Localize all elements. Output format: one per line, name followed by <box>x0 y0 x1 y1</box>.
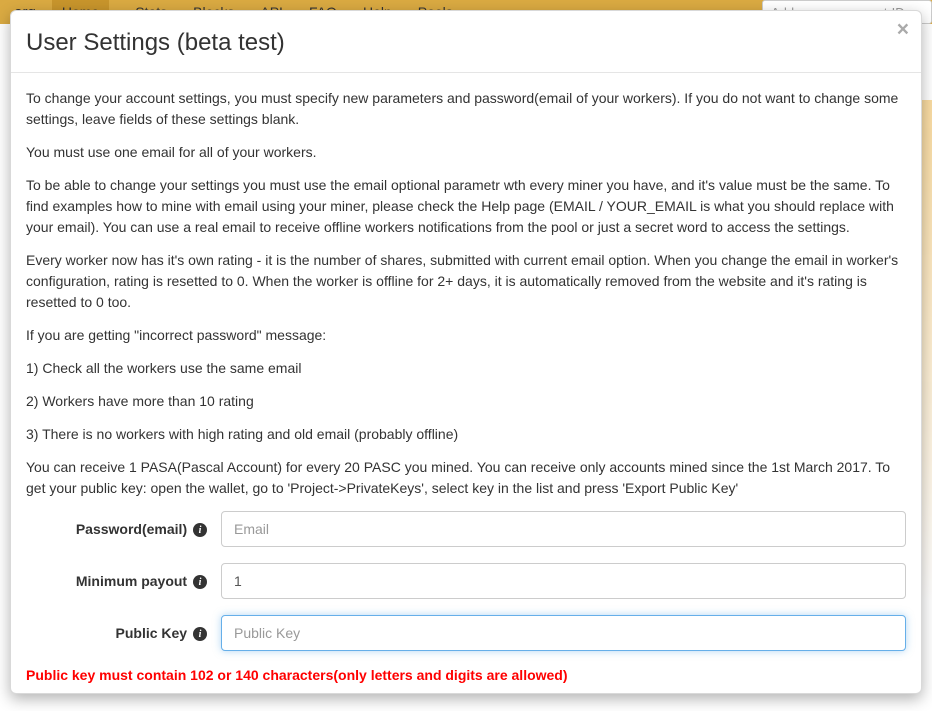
info-icon[interactable]: i <box>193 575 207 589</box>
pubkey-label: Public Key i <box>26 625 221 641</box>
payout-label: Minimum payout i <box>26 573 221 589</box>
intro-text: If you are getting "incorrect password" … <box>26 325 906 346</box>
user-settings-modal: User Settings (beta test) × To change yo… <box>10 10 922 694</box>
modal-title: User Settings (beta test) <box>26 29 906 57</box>
intro-text: 3) There is no workers with high rating … <box>26 424 906 445</box>
intro-text: 1) Check all the workers use the same em… <box>26 358 906 379</box>
intro-text: You can receive 1 PASA(Pascal Account) f… <box>26 457 906 499</box>
pubkey-row: Public Key i <box>26 615 906 651</box>
close-icon[interactable]: × <box>897 19 909 40</box>
intro-text: To change your account settings, you mus… <box>26 88 906 130</box>
modal-header: User Settings (beta test) × <box>11 11 921 73</box>
intro-text: Every worker now has it's own rating - i… <box>26 250 906 313</box>
modal-body: To change your account settings, you mus… <box>11 73 921 693</box>
password-label: Password(email) i <box>26 521 221 537</box>
payout-input[interactable] <box>221 563 906 599</box>
info-icon[interactable]: i <box>193 627 207 641</box>
password-row: Password(email) i <box>26 511 906 547</box>
intro-text: You must use one email for all of your w… <box>26 142 906 163</box>
intro-text: 2) Workers have more than 10 rating <box>26 391 906 412</box>
pubkey-input[interactable] <box>221 615 906 651</box>
password-input[interactable] <box>221 511 906 547</box>
info-icon[interactable]: i <box>193 523 207 537</box>
intro-text: To be able to change your settings you m… <box>26 175 906 238</box>
error-message: Public key must contain 102 or 140 chara… <box>26 667 906 683</box>
payout-row: Minimum payout i <box>26 563 906 599</box>
